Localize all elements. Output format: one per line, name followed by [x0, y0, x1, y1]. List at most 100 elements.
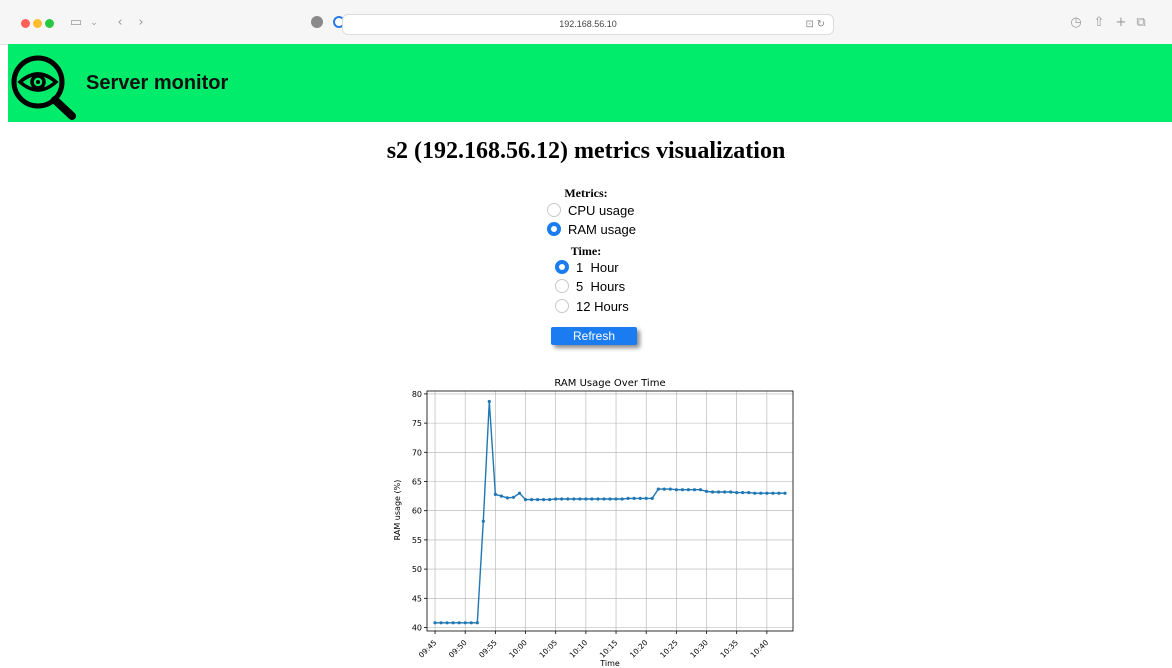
ram-data-point — [765, 491, 769, 495]
ram-data-point — [674, 488, 678, 492]
ram-data-point — [469, 621, 473, 625]
time-option-12h[interactable]: 12 Hours — [555, 296, 629, 316]
twelve-hours-label[interactable]: 12 Hours — [576, 299, 629, 314]
history-icon[interactable]: ◷ — [1069, 14, 1083, 32]
ram-data-point — [511, 495, 516, 499]
ram-data-point — [530, 498, 534, 502]
page-title: s2 (192.168.56.12) metrics visualization — [386, 138, 786, 164]
ram-data-point — [662, 487, 666, 491]
ram-data-point — [692, 488, 697, 492]
metric-option-cpu[interactable]: CPU usage — [547, 200, 634, 220]
ram-usage-chart: RAM Usage Over Time Time RAM usage (%) 4… — [393, 378, 794, 668]
ram-data-point — [590, 497, 594, 501]
x-axis-label: Time — [599, 659, 620, 668]
ram-data-point — [542, 498, 546, 502]
one-hour-label[interactable]: 1 Hour — [576, 260, 619, 275]
ram-data-point — [741, 491, 745, 495]
ram-data-point — [680, 488, 684, 492]
x-tick-label: 10:30 — [688, 638, 710, 660]
app-title: Server monitor — [86, 72, 229, 94]
reload-icon[interactable]: ↻ — [817, 19, 825, 30]
x-tick-label: 09:55 — [477, 638, 499, 660]
app-header: Server monitor — [8, 44, 1172, 122]
zoom-window-button[interactable] — [45, 19, 54, 28]
x-tick-label: 09:50 — [447, 638, 469, 660]
time-option-5h[interactable]: 5 Hours — [555, 276, 625, 296]
x-tick-label: 10:05 — [537, 638, 559, 660]
address-bar[interactable]: 192.168.56.10 ⊡ ↻ — [342, 14, 834, 35]
ram-data-point — [596, 497, 600, 501]
url-text[interactable]: 192.168.56.10 — [343, 15, 833, 34]
ram-data-point — [457, 621, 461, 625]
ram-data-point — [536, 498, 540, 502]
ram-data-point — [499, 494, 503, 498]
chevron-down-icon[interactable]: ⌄ — [88, 14, 100, 32]
ram-data-point — [481, 519, 485, 523]
ram-data-point — [632, 496, 636, 500]
ram-data-point — [487, 399, 491, 404]
ram-data-point — [566, 497, 570, 501]
ram-data-point — [753, 491, 757, 495]
ram-data-point — [584, 497, 588, 501]
x-tick-label: 09:45 — [417, 638, 439, 660]
ram-data-point — [608, 497, 612, 501]
ram-data-point — [548, 498, 552, 502]
ram-data-point — [602, 497, 606, 501]
chart-title: RAM Usage Over Time — [554, 378, 665, 389]
five-hours-label[interactable]: 5 Hours — [576, 279, 625, 294]
ram-data-point — [777, 491, 781, 495]
ram-data-point — [620, 497, 624, 501]
y-tick-label: 70 — [412, 448, 422, 457]
forward-icon[interactable]: › — [135, 14, 147, 32]
ram-data-point — [626, 496, 630, 500]
ram-data-point — [505, 496, 509, 500]
browser-toolbar: ▭ ⌄ ‹ › 192.168.56.10 ⊡ ↻ ◷ ⇧ + ⧉ — [0, 0, 1172, 45]
new-tab-icon[interactable]: + — [1114, 14, 1128, 32]
refresh-button[interactable]: Refresh — [551, 327, 637, 345]
ram-data-point — [759, 491, 763, 495]
y-tick-label: 80 — [412, 390, 422, 399]
tabs-overview-icon[interactable]: ⧉ — [1134, 14, 1148, 32]
x-tick-label: 10:40 — [749, 638, 771, 660]
metrics-legend: Metrics: — [564, 186, 608, 200]
ram-data-point — [463, 621, 467, 625]
ram-data-point — [578, 497, 582, 501]
minimize-window-button[interactable] — [33, 19, 42, 28]
x-tick-label: 10:35 — [718, 638, 740, 660]
back-icon[interactable]: ‹ — [114, 14, 126, 32]
shield-icon[interactable] — [311, 16, 323, 28]
ram-series-line — [435, 401, 785, 624]
twelve-hours-radio[interactable] — [555, 299, 569, 313]
ram-data-point — [711, 490, 715, 494]
y-tick-label: 75 — [412, 419, 422, 428]
ram-data-point — [729, 490, 733, 494]
translate-icon[interactable]: ⊡ — [805, 19, 813, 30]
ram-data-point — [439, 621, 443, 625]
sidebar-icon[interactable]: ▭ — [68, 14, 84, 32]
ram-data-point — [747, 491, 751, 495]
ram-data-point — [771, 491, 775, 495]
ram-data-point — [445, 621, 449, 625]
y-tick-label: 40 — [412, 623, 422, 632]
share-icon[interactable]: ⇧ — [1092, 14, 1106, 32]
ram-data-point — [723, 490, 727, 494]
x-tick-label: 10:00 — [507, 638, 529, 660]
ram-data-point — [554, 497, 558, 501]
eye-magnifier-icon — [11, 55, 76, 120]
one-hour-radio[interactable] — [555, 260, 569, 274]
ram-data-point — [783, 491, 787, 495]
close-window-button[interactable] — [21, 19, 30, 28]
ram-data-point — [735, 491, 739, 495]
ram-usage-radio[interactable] — [547, 222, 561, 236]
x-tick-label: 10:10 — [568, 638, 590, 660]
ram-data-point — [717, 490, 721, 494]
cpu-usage-radio[interactable] — [547, 203, 561, 217]
ram-data-point — [614, 497, 618, 501]
metric-option-ram[interactable]: RAM usage — [547, 219, 636, 239]
ram-data-point — [451, 621, 455, 625]
five-hours-radio[interactable] — [555, 279, 569, 293]
ram-data-point — [686, 488, 690, 492]
ram-usage-label[interactable]: RAM usage — [568, 222, 636, 237]
cpu-usage-label[interactable]: CPU usage — [568, 203, 634, 218]
time-option-1h[interactable]: 1 Hour — [555, 257, 619, 277]
